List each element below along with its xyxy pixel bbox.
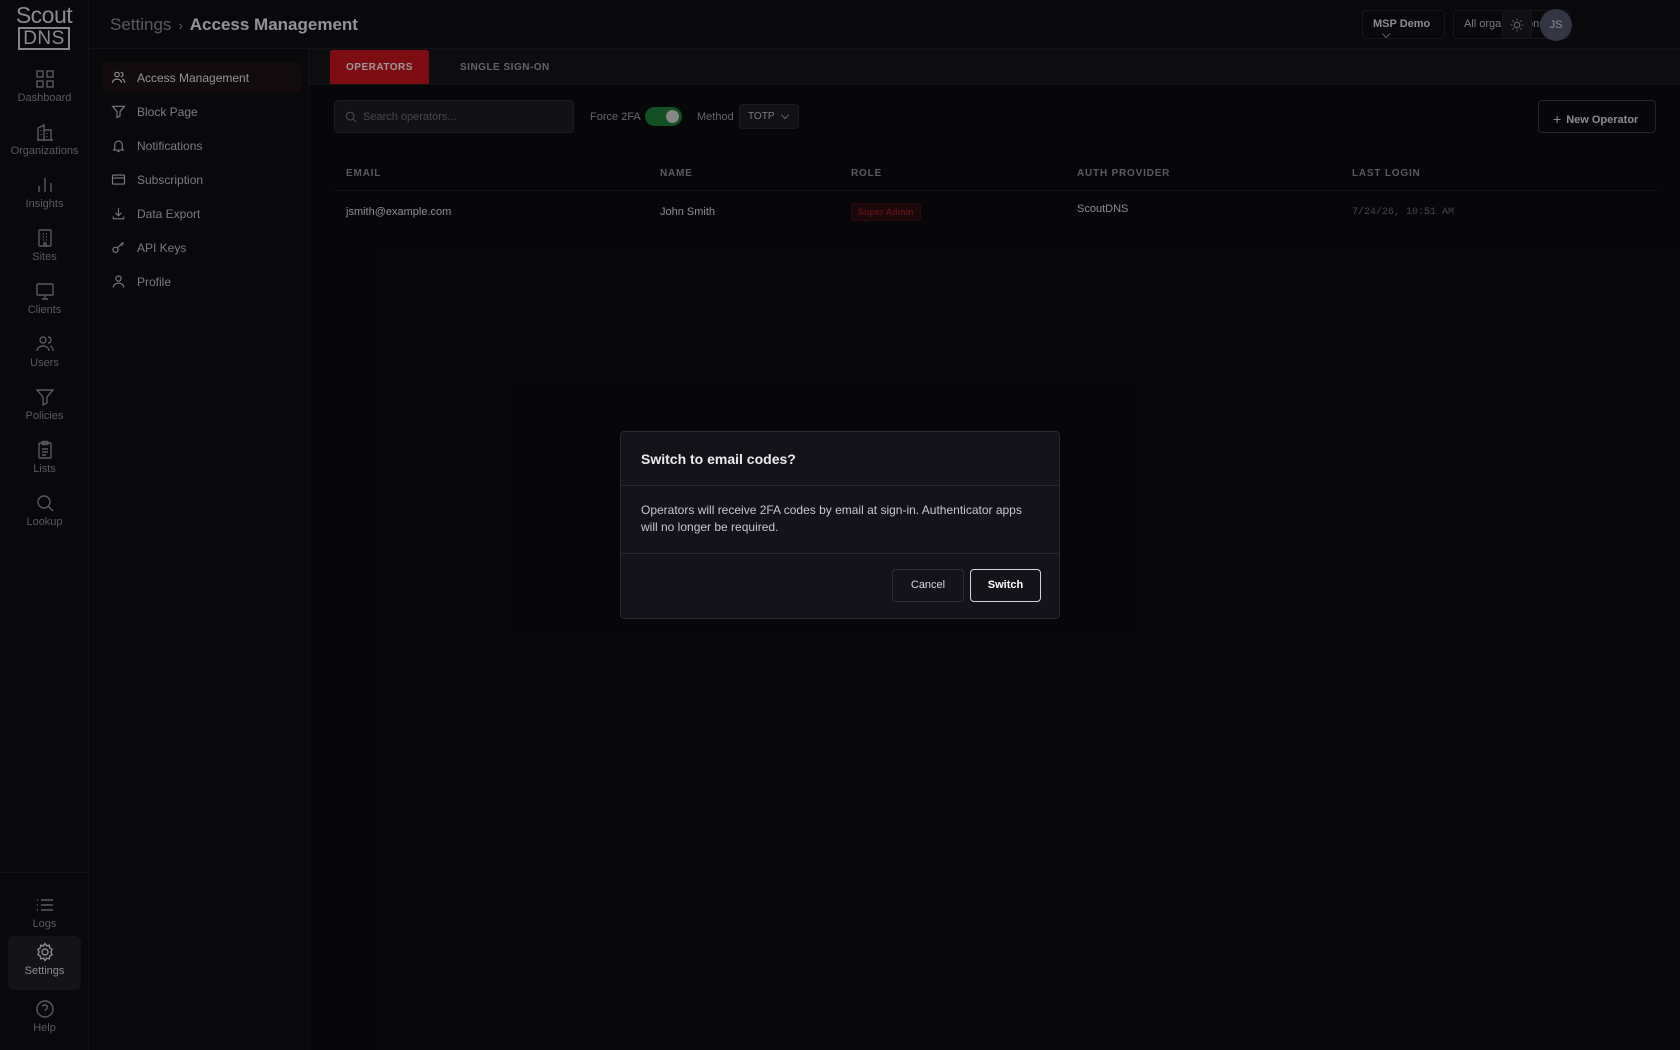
cancel-button[interactable]: Cancel bbox=[892, 569, 964, 602]
dialog-divider bbox=[621, 485, 1059, 486]
switch-button[interactable]: Switch bbox=[970, 569, 1041, 602]
dialog-title: Switch to email codes? bbox=[641, 451, 796, 467]
confirm-dialog: Switch to email codes? Operators will re… bbox=[620, 431, 1060, 619]
dialog-message: Operators will receive 2FA codes by emai… bbox=[641, 503, 1022, 534]
dialog-divider bbox=[621, 553, 1059, 554]
